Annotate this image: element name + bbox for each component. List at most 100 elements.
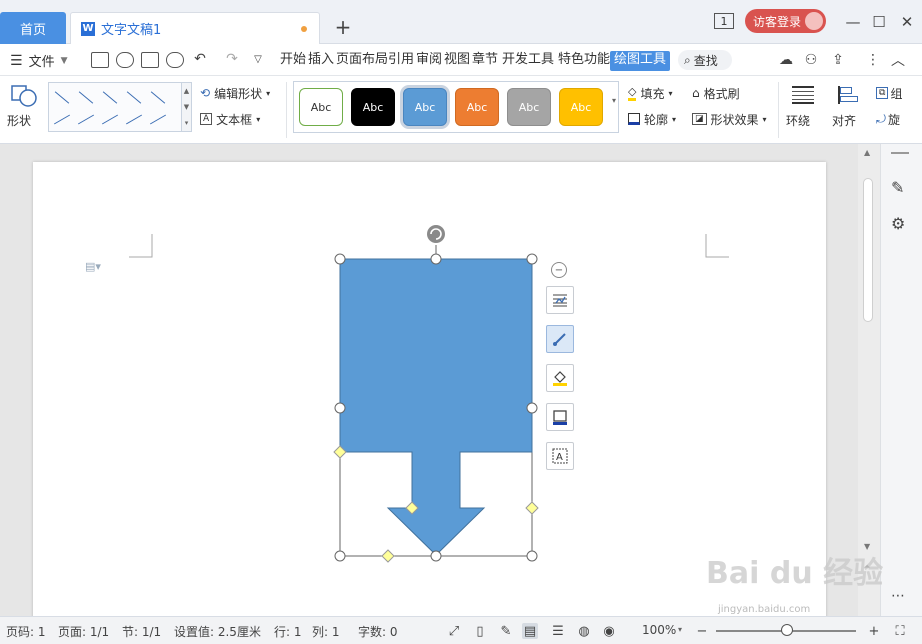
zoom-out-icon[interactable]: − [694,623,710,639]
fill-button[interactable]: ◇ 填充 ▾ [628,84,673,102]
scrollbar-thumb[interactable] [863,178,873,322]
cloud-sync-icon[interactable]: ☁ [778,52,794,68]
print-preview-icon[interactable] [166,52,184,68]
align-button[interactable]: 对齐 [832,82,868,134]
tab-document[interactable]: W 文字文稿1 [70,12,320,44]
line-shape-icon[interactable] [54,91,70,104]
status-word-count[interactable]: 字数: 0 [358,623,398,640]
elbow-connector-icon[interactable] [126,91,142,104]
edit-shape-button[interactable]: ⟲ 编辑形状 ▾ [200,84,270,102]
status-pages[interactable]: 页面: 1/1 [58,623,109,640]
menu-item-chapter[interactable]: 章节 [472,51,498,71]
maximize-button[interactable]: ☐ [869,12,889,32]
zoom-in-icon[interactable]: + [866,623,882,639]
style-swatch-white[interactable]: Abc [299,88,343,126]
menu-item-developer[interactable]: 开发工具 [502,51,554,71]
shape-fill-icon[interactable] [546,364,574,392]
status-page-number[interactable]: 页码: 1 [6,623,46,640]
zoom-dropdown-icon[interactable]: ▾ [678,625,682,634]
style-swatch-gray[interactable]: Abc [507,88,551,126]
search-button[interactable]: ⌕ 查找 [678,50,732,70]
shapes-icon [11,85,37,107]
format-painter-button[interactable]: ⌂ 格式刷 [692,84,740,102]
menu-item-insert[interactable]: 插入 [308,51,334,71]
quick-access-more-icon[interactable]: ▽ [250,51,266,67]
web-view-icon[interactable]: ◍ [576,623,592,639]
fit-page-icon[interactable]: ⛶ [892,623,908,639]
elbow-arrow-icon[interactable] [150,91,166,104]
textbox-button[interactable]: A 文本框 ▾ [200,110,260,128]
outline-view-icon[interactable]: ☰ [550,623,566,639]
outline-button[interactable]: 轮廓 ▾ [628,110,676,128]
menu-item-view[interactable]: 视图 [444,51,470,71]
menu-item-drawing-tools[interactable]: 绘图工具 [610,51,671,71]
close-button[interactable]: ✕ [897,12,917,32]
curved-arrow-icon[interactable] [101,114,119,125]
menu-item-page-layout[interactable]: 页面布局 [336,51,388,71]
shape-effects-button[interactable]: ◪ 形状效果 ▾ [692,110,767,128]
elbow-double-arrow-icon[interactable] [53,114,71,125]
style-swatch-black[interactable]: Abc [351,88,395,126]
style-swatch-gold[interactable]: Abc [559,88,603,126]
style-gallery-more-icon[interactable]: ▾ [612,96,616,105]
collapse-ribbon-icon[interactable]: ︿ [890,52,906,69]
status-setting-value[interactable]: 设置值: 2.5厘米 [174,623,261,640]
edit-pen-icon[interactable]: ✎ [891,178,904,197]
scroll-up-icon[interactable]: ▲ [864,148,870,157]
window-count-badge[interactable]: 1 [714,13,734,29]
minimize-button[interactable]: — [843,12,863,32]
more-options-icon[interactable]: ⋮ [865,52,881,68]
style-swatch-orange[interactable]: Abc [455,88,499,126]
tab-home[interactable]: 首页 [0,12,66,44]
floating-collapse-icon[interactable]: − [551,262,567,278]
save-icon[interactable] [91,52,109,68]
export-pdf-icon[interactable] [116,52,134,68]
style-swatch-blue[interactable]: Abc [403,88,447,126]
menu-item-review[interactable]: 审阅 [416,51,442,71]
page-view-icon[interactable]: ▤ [522,623,538,639]
collaborate-icon[interactable]: ⚇ [803,52,819,68]
file-menu[interactable]: ☰ 文件 ▼ [10,51,68,71]
wrap-button[interactable]: 环绕 [786,82,822,134]
menu-item-start[interactable]: 开始 [280,51,306,71]
share-icon[interactable]: ⇪ [830,52,846,68]
curved-double-arrow-icon[interactable] [125,114,143,125]
zoom-slider-knob[interactable] [781,624,793,636]
curved-connector-icon[interactable] [77,114,95,125]
new-tab-button[interactable]: + [332,14,354,40]
edit-mode-icon[interactable]: ✎ [498,623,514,639]
shapes-button[interactable]: 形状 [6,82,42,134]
status-section[interactable]: 节: 1/1 [122,623,161,640]
reading-mode-icon[interactable]: ▯ [472,623,488,639]
status-bar: 页码: 1 页面: 1/1 节: 1/1 设置值: 2.5厘米 行: 1 列: … [0,616,922,644]
shape-style-gallery: Abc Abc Abc Abc Abc Abc ▾ [293,81,619,133]
shape-gallery-scroll[interactable]: ▲ ▼ ▾ [181,83,191,131]
rotate-handle-icon[interactable] [427,225,445,243]
sidebar-collapse-icon[interactable] [891,152,909,154]
group-button[interactable]: ⧉ 组 [876,84,902,102]
arrow-shape-icon[interactable] [78,91,94,104]
paragraph-marker-icon[interactable]: ▤▾ [85,260,101,273]
freeform-curve-icon[interactable] [149,114,167,125]
menu-item-special[interactable]: 特色功能 [558,51,610,71]
sidebar-more-icon[interactable]: ⋯ [891,588,905,604]
eye-protection-icon[interactable]: ◉ [601,623,617,639]
shape-outline-icon[interactable] [546,403,574,431]
undo-icon[interactable]: ↶ [192,51,208,67]
zoom-level[interactable]: 100% [642,623,676,637]
double-arrow-shape-icon[interactable] [102,91,118,104]
shape-style-icon[interactable] [546,325,574,353]
status-row: 行: 1 [274,625,302,639]
full-screen-icon[interactable]: ⤢ [446,623,462,639]
rotate-button[interactable]: ⤾ 旋 [876,110,900,128]
print-icon[interactable] [141,52,159,68]
redo-icon[interactable]: ↷ [224,51,240,67]
title-bar: 首页 W 文字文稿1 + 1 访客登录 — ☐ ✕ [0,0,922,44]
settings-sliders-icon[interactable]: ⚙ [891,214,905,233]
guest-login-button[interactable]: 访客登录 [745,9,826,33]
shape-gallery[interactable]: ▲ ▼ ▾ [48,82,192,132]
vertical-scrollbar[interactable]: ▲ ▼ ⏶ [858,144,880,616]
text-wrap-icon[interactable]: A [546,442,574,470]
menu-item-references[interactable]: 引用 [388,51,414,71]
layout-options-icon[interactable] [546,286,574,314]
